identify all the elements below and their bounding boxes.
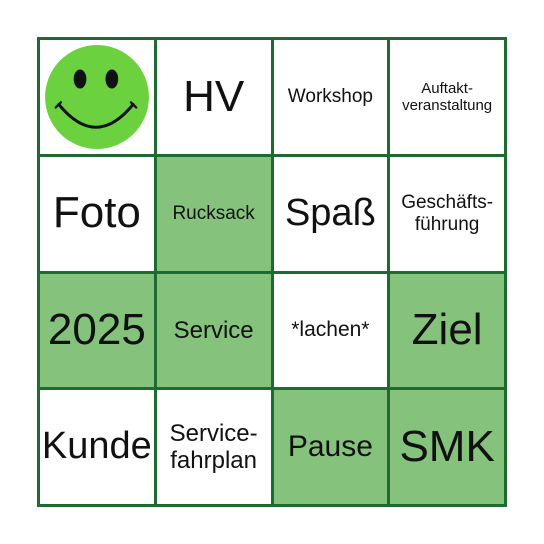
cell-label: Kunde [41,425,152,468]
bingo-cell-auftaktveranstaltung[interactable]: Auftakt- veranstaltung [390,40,504,154]
bingo-cell-geschaeftsfuehrung[interactable]: Geschäfts- führung [390,156,504,271]
bingo-cell-hv[interactable]: HV [156,40,271,154]
cell-label: *lachen* [291,318,370,342]
bingo-cell-workshop[interactable]: Workshop [273,40,388,154]
cell-label: Rucksack [172,202,255,224]
bingo-board: HV Workshop Auftakt- veranstaltung Foto … [37,37,507,507]
cell-label: Auftakt- veranstaltung [402,79,493,114]
bingo-cell-kunde[interactable]: Kunde [40,390,154,504]
cell-label: Pause [287,429,373,463]
bingo-cell-service[interactable]: Service [156,273,271,388]
cell-label: Workshop [287,85,373,107]
bingo-cell-pause[interactable]: Pause [273,390,388,504]
cell-label: SMK [399,421,495,471]
bingo-cell-spass[interactable]: Spaß [273,156,388,271]
bingo-cell-lachen[interactable]: *lachen* [273,273,388,388]
bingo-cell-smk[interactable]: SMK [390,390,504,504]
bingo-cell-free-space[interactable] [40,40,154,154]
bingo-cell-ziel[interactable]: Ziel [390,273,504,388]
cell-label: 2025 [47,305,146,355]
bingo-cell-servicefahrplan[interactable]: Service- fahrplan [156,390,271,504]
cell-label: HV [183,71,245,121]
cell-label: Geschäfts- führung [401,191,494,235]
cell-label: Ziel [411,305,483,355]
smiley-face-icon [44,44,149,149]
cell-label: Foto [52,188,141,238]
cell-label: Service [173,316,254,344]
bingo-cell-foto[interactable]: Foto [40,156,154,271]
cell-label: Service- fahrplan [169,419,258,475]
bingo-cell-rucksack[interactable]: Rucksack [156,156,271,271]
bingo-cell-2025[interactable]: 2025 [40,273,154,388]
cell-label: Spaß [284,191,376,234]
